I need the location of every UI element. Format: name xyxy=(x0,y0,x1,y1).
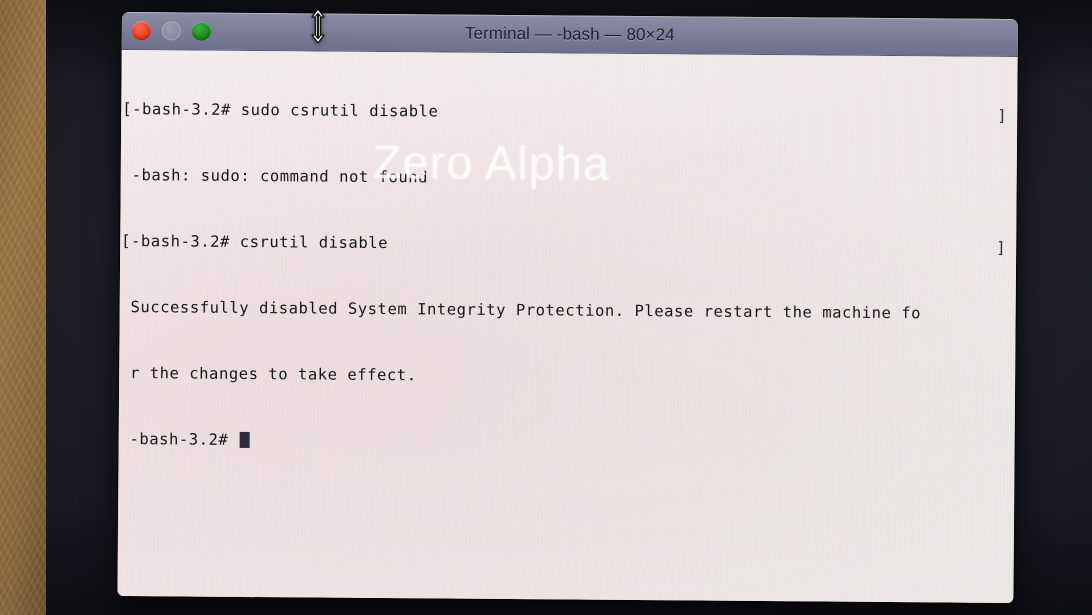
terminal-line: [-bash-3.2# sudo csrutil disable] xyxy=(122,98,1017,127)
terminal-line-text: r the changes to take effect. xyxy=(120,363,417,385)
wooden-panel-decor xyxy=(0,0,46,615)
terminal-line-text: -bash: sudo: command not found xyxy=(121,166,429,187)
terminal-line: -bash: sudo: command not found xyxy=(122,164,1017,193)
terminal-line-text: [-bash-3.2# csrutil disable xyxy=(121,232,389,253)
close-button[interactable] xyxy=(131,21,151,41)
minimize-button[interactable] xyxy=(161,21,181,41)
terminal-line-edge: ] xyxy=(996,238,1007,257)
terminal-line: [-bash-3.2# csrutil disable] xyxy=(121,230,1016,259)
window-title: Terminal — -bash — 80×24 xyxy=(464,23,675,44)
terminal-window[interactable]: Terminal — -bash — 80×24 Zero Alpha [-ba… xyxy=(117,12,1018,604)
terminal-line-text: [-bash-3.2# sudo csrutil disable xyxy=(122,100,439,121)
zoom-button[interactable] xyxy=(191,21,211,41)
terminal-line-edge: ] xyxy=(997,106,1008,125)
terminal-line-text: -bash-3.2# xyxy=(119,429,239,449)
window-controls xyxy=(131,12,211,50)
terminal-output-area[interactable]: Zero Alpha [-bash-3.2# sudo csrutil disa… xyxy=(117,49,1018,604)
terminal-prompt-line: -bash-3.2# xyxy=(120,428,1015,457)
terminal-text: [-bash-3.2# sudo csrutil disable] -bash:… xyxy=(118,54,1017,501)
vertical-resize-cursor-icon xyxy=(311,8,325,44)
screenshot-root: Terminal — -bash — 80×24 Zero Alpha [-ba… xyxy=(0,0,1092,615)
terminal-line-text: Successfully disabled System Integrity P… xyxy=(120,297,922,323)
text-cursor-block xyxy=(239,431,250,449)
terminal-line: r the changes to take effect. xyxy=(120,362,1015,391)
terminal-line: Successfully disabled System Integrity P… xyxy=(121,296,1016,325)
